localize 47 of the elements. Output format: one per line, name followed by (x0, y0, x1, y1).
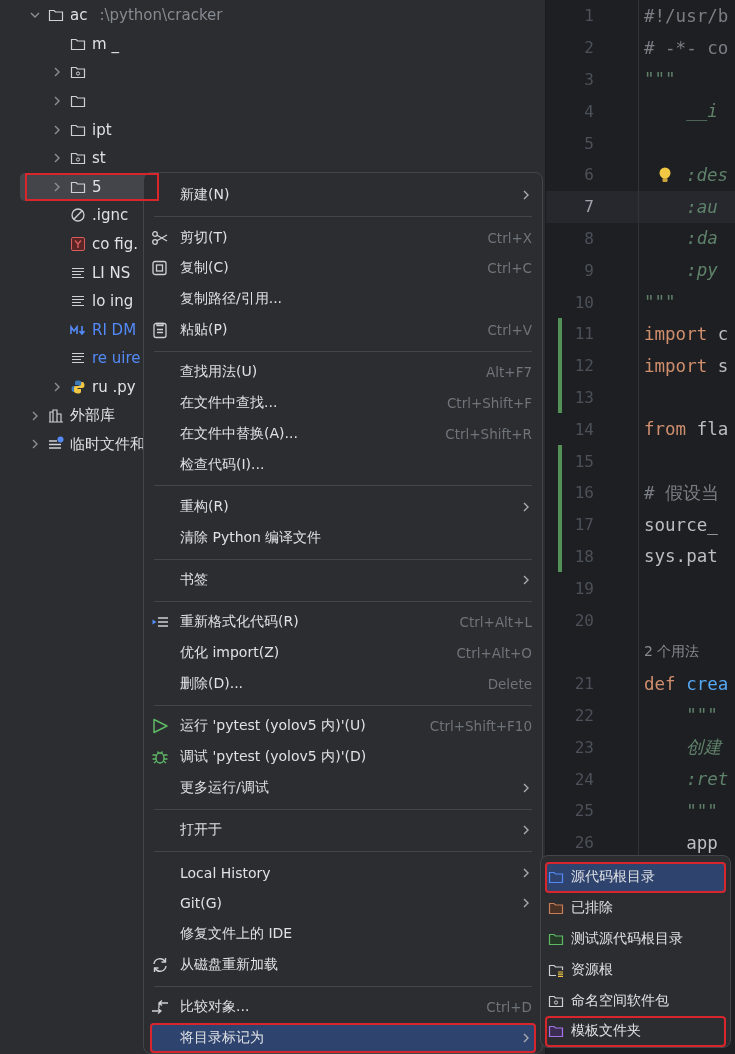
shortcut-label: Ctrl+Shift+F10 (429, 718, 532, 735)
file-name: 外部库 (70, 406, 115, 426)
code-line: import s (644, 355, 729, 376)
code-line: #!/usr/b (644, 5, 729, 26)
shortcut-label: Ctrl+Alt+L (459, 614, 532, 631)
shortcut-label: Ctrl+V (487, 322, 532, 339)
folder-path: :\python\cracker (99, 6, 223, 25)
line-number: 7 (583, 197, 594, 217)
file-name: 5 (92, 177, 102, 196)
shortcut-label: Ctrl+Shift+F (446, 395, 532, 412)
code-line: from fla (644, 419, 729, 440)
shortcut-label: Ctrl+Shift+R (445, 425, 532, 442)
code-line: app (685, 832, 718, 853)
code-line: sys.pat (644, 546, 718, 567)
shortcut-label: Ctrl+Alt+O (456, 645, 532, 662)
shortcut-label: Alt+F7 (486, 364, 532, 381)
file-name: RI DM (92, 320, 137, 339)
code-line: # -*- co (644, 37, 729, 58)
shortcut-label: Ctrl+D (486, 999, 532, 1016)
file-name: co fig. (92, 235, 138, 254)
code-line: """ (644, 292, 676, 313)
code-line: def crea (644, 673, 729, 694)
code-line: """ (685, 800, 718, 821)
code-line: # 假设当 (644, 481, 720, 505)
file-name: ac (70, 6, 88, 25)
shortcut-label: Ctrl+C (487, 260, 532, 277)
code-line: """ (685, 705, 718, 726)
file-name: ru .py (92, 378, 136, 396)
code-line: import c (644, 323, 729, 344)
file-name: lo ing (92, 292, 134, 311)
file-name: ipt (92, 120, 112, 139)
code-line: :py (685, 260, 718, 281)
code-line: source_ (644, 514, 718, 535)
file-name: st (92, 149, 106, 168)
code-line: :des (686, 164, 729, 185)
shortcut-label: Delete (487, 676, 532, 693)
file-name: .ignc (92, 206, 129, 225)
code-line: __i (685, 101, 718, 122)
file-name: LI NS (92, 263, 131, 282)
code-line: :ret (685, 769, 729, 789)
code-line: 创建 (685, 736, 723, 760)
code-line: """ (644, 69, 676, 90)
file-name: m _ (92, 34, 119, 53)
file-name: re uire (92, 349, 141, 368)
shortcut-label: Ctrl+X (487, 229, 532, 246)
code-line: :au (685, 196, 718, 217)
code-line: :da (685, 228, 718, 249)
